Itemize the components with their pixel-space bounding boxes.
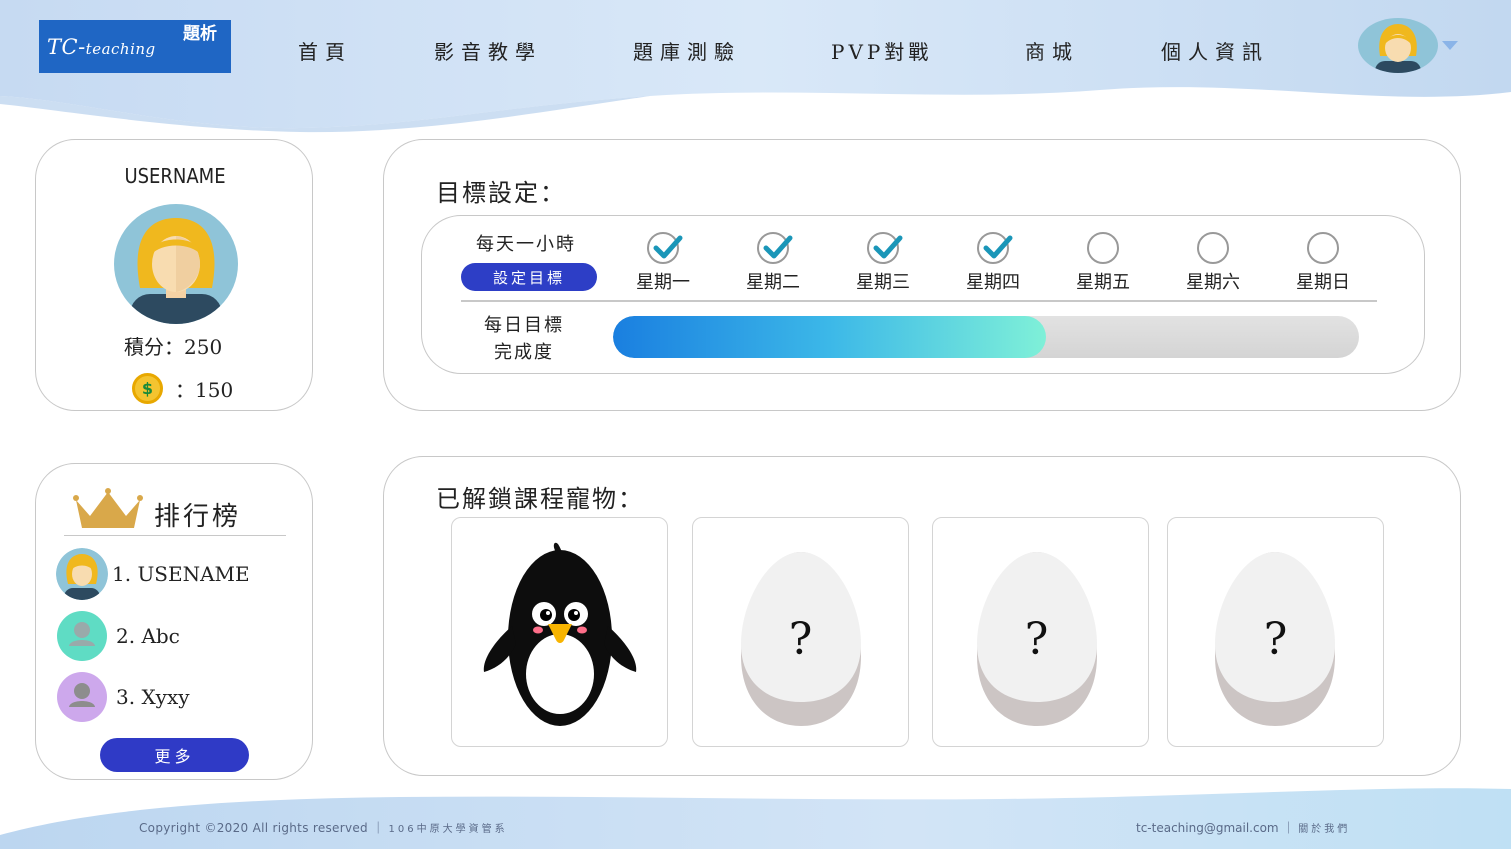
egg-question-mark: ? [788,614,813,665]
goal-card: 目標設定： 每天一小時 設定目標 星期一 星期二 星期三 星期四 星期五 星期六 星期日 每… [383,139,1461,411]
rank-item-name: 1. USENAME [112,562,250,586]
weekday-label: 星期六 [1186,272,1240,293]
weekday-item[interactable]: 星期四 [953,232,1033,294]
goal-target-text: 每天一小時 [476,234,576,255]
main-nav: 首頁 影音教學 題庫測驗 PVP對戰 商城 個人資訊 [0,36,1511,66]
profile-card: USERNAME 積分：250 $ ：150 [35,139,313,411]
crown-icon [73,488,143,528]
nav-profile[interactable]: 個人資訊 [1161,36,1269,65]
daily-progress-bar [613,316,1359,358]
weekday-label: 星期一 [636,272,690,293]
more-ranking-button[interactable]: 更多 [100,738,249,772]
progress-label: 每日目標 完成度 [484,312,564,366]
weekday-label: 星期日 [1296,272,1350,293]
checked-circle-icon [647,232,683,264]
pets-card: 已解鎖課程寵物： ? ? ? [383,456,1461,776]
weekday-label: 星期三 [856,272,910,293]
nav-quiz-bank[interactable]: 題庫測驗 [633,36,741,65]
coin-value: ：150 [175,377,234,402]
nav-pvp[interactable]: PVP對戰 [831,36,932,65]
egg-question-mark: ? [1024,614,1049,665]
progress-label-line1: 每日目標 [484,315,564,336]
rank-item[interactable]: 2. Abc [56,611,180,661]
rank-item-name: 2. Abc [116,624,180,648]
egg-question-mark: ? [1263,614,1288,665]
weekday-item[interactable]: 星期五 [1063,232,1143,294]
user-avatar-icon[interactable] [1358,18,1438,73]
checked-circle-icon [867,232,903,264]
nav-shop[interactable]: 商城 [1025,36,1079,65]
goal-panel: 每天一小時 設定目標 星期一 星期二 星期三 星期四 星期五 星期六 星期日 每日目標 完成… [421,215,1425,374]
profile-username: USERNAME [124,164,226,188]
pet-slot-locked[interactable]: ? [932,517,1149,747]
weekday-item[interactable]: 星期二 [733,232,813,294]
footer-email-link[interactable]: tc-teaching@gmail.com ｜ [1136,821,1298,835]
unchecked-circle-icon [1307,232,1339,264]
weekday-item[interactable]: 星期六 [1173,232,1253,294]
progress-label-line2: 完成度 [494,342,554,363]
default-avatar-icon [57,611,107,661]
set-goal-button[interactable]: 設定目標 [461,263,597,291]
checked-circle-icon [757,232,793,264]
default-avatar-icon [57,672,107,722]
nav-video-teaching[interactable]: 影音教學 [434,36,542,65]
daily-progress-fill [613,316,1046,358]
pets-title: 已解鎖課程寵物： [436,485,644,513]
weekday-label: 星期二 [746,272,800,293]
weekday-label: 星期五 [1076,272,1130,293]
ranking-header: 排行榜 [64,484,286,536]
checked-circle-icon [977,232,1013,264]
coin-icon: $ [132,372,163,404]
footer-about-link[interactable]: 關於我們 [1298,824,1350,835]
rank-item-name: 3. Xyxy [116,685,190,709]
unchecked-circle-icon [1197,232,1229,264]
penguin-icon [483,542,637,726]
user-avatar-icon [56,548,108,600]
copyright-text: Copyright ©2020 All rights reserved ｜ [139,821,389,835]
goal-title: 目標設定： [436,179,566,207]
nav-home[interactable]: 首頁 [298,36,352,65]
coin-balance: $ ：150 [132,372,233,404]
weekday-label: 星期四 [966,272,1020,293]
pet-slot-locked[interactable]: ? [1167,517,1384,747]
pet-slot-penguin[interactable] [451,517,668,747]
ranking-title: 排行榜 [154,502,242,532]
rank-item[interactable]: 3. Xyxy [56,672,190,722]
rank-item[interactable]: 1. USENAME [56,548,250,600]
weekday-item[interactable]: 星期日 [1283,232,1363,294]
weekday-item[interactable]: 星期三 [843,232,923,294]
points-value: 積分：250 [124,335,223,359]
pet-slot-locked[interactable]: ? [692,517,909,747]
ranking-card: 排行榜 1. USENAME 2. Abc 3. Xyxy 更多 [35,463,313,780]
footer-background [0,788,1511,849]
profile-avatar-icon [114,204,238,324]
footer-org: 106中原大學資管系 [388,824,508,835]
footer-contact: tc-teaching@gmail.com ｜ 關於我們 [1136,819,1350,836]
footer-copyright: Copyright ©2020 All rights reserved ｜ 10… [139,819,508,836]
unchecked-circle-icon [1087,232,1119,264]
chevron-down-icon[interactable] [1442,41,1458,50]
weekday-item[interactable]: 星期一 [623,232,703,294]
goal-divider [461,300,1377,302]
